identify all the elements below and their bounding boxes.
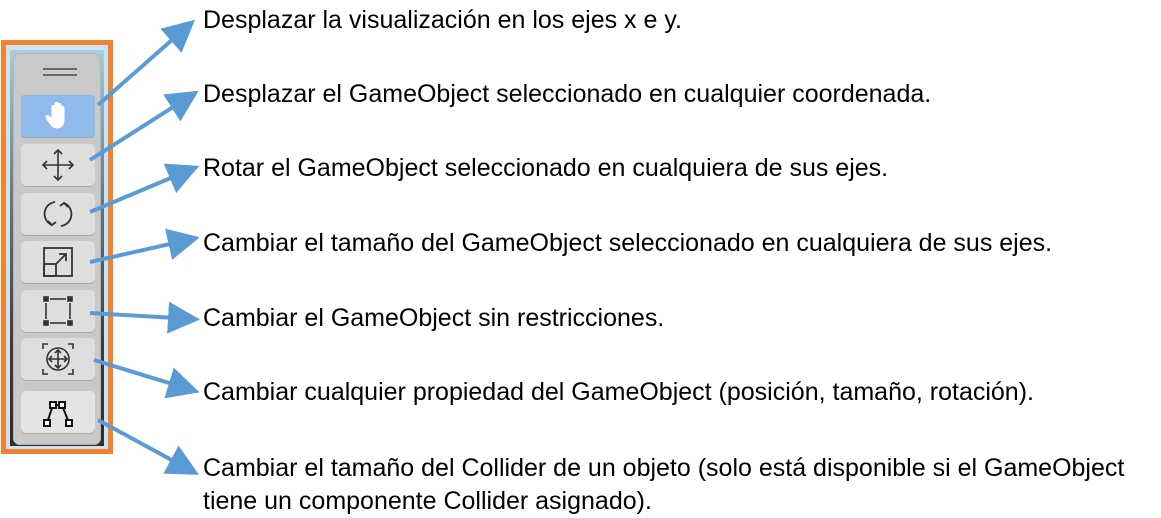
arrow-rect-tool	[89, 301, 200, 334]
arrow-move-tool	[88, 90, 199, 162]
arrow-hand-tool	[96, 19, 196, 107]
arrow-scale-tool	[89, 228, 200, 264]
callout-arrows	[88, 19, 200, 475]
arrow-transform-tool	[93, 358, 200, 399]
arrow-rotate-tool	[89, 163, 200, 214]
arrow-edit-collider-tool	[97, 418, 200, 475]
